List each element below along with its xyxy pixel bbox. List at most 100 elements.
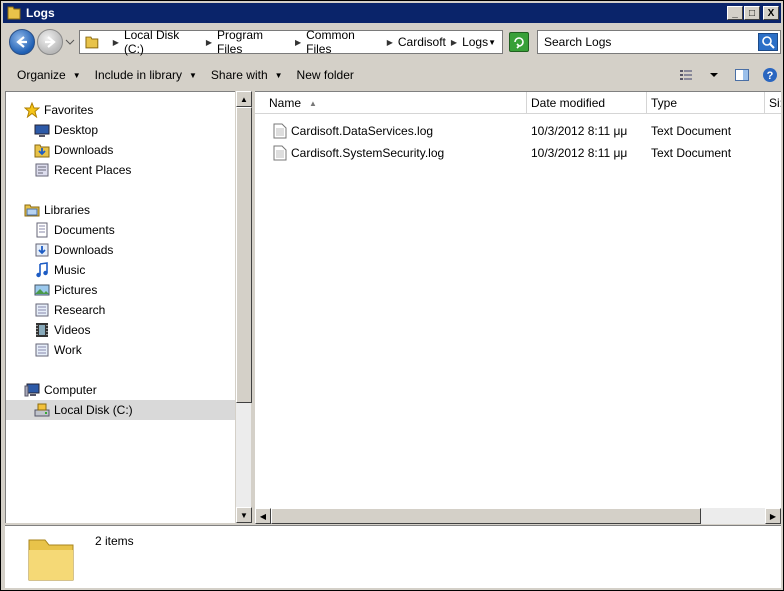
scroll-up-button[interactable]: ▲ — [236, 91, 252, 107]
breadcrumb-item[interactable]: Cardisoft — [398, 35, 446, 49]
nav-computer[interactable]: Computer — [6, 380, 235, 400]
column-name-label: Name — [269, 96, 302, 110]
refresh-button[interactable] — [509, 32, 529, 52]
nav-item-label: Work — [54, 343, 82, 357]
search-input[interactable] — [544, 32, 754, 52]
breadcrumb-item[interactable]: Program Files — [217, 28, 290, 56]
back-button[interactable] — [9, 29, 35, 55]
breadcrumb: ▶ Local Disk (C:) ▶ Program Files ▶ Comm… — [108, 28, 488, 56]
scroll-thumb[interactable] — [271, 508, 701, 524]
nav-item-pictures[interactable]: Pictures — [6, 280, 235, 300]
chevron-down-icon: ▼ — [274, 70, 283, 80]
nav-item-label: Desktop — [54, 123, 99, 137]
videos-icon — [36, 323, 48, 337]
nav-item-work[interactable]: Work — [6, 340, 235, 360]
include-in-library-menu[interactable]: Include in library ▼ — [88, 63, 204, 87]
scroll-down-button[interactable]: ▼ — [236, 507, 252, 523]
nav-item-label: Music — [54, 263, 86, 277]
nav-item-videos[interactable]: Videos — [6, 320, 235, 340]
nav-item-desktop[interactable]: Desktop — [6, 120, 235, 140]
table-row[interactable]: Cardisoft.SystemSecurity.log 10/3/2012 8… — [255, 142, 765, 164]
nav-favorites-label: Favorites — [44, 103, 94, 117]
window-title: Logs — [26, 6, 55, 20]
column-header-row: Name ▲ Date modified Type Si: — [255, 92, 781, 114]
nav-computer-label: Computer — [44, 383, 97, 397]
share-with-label: Share with — [210, 68, 268, 82]
organize-label: Organize — [17, 68, 66, 82]
folder-icon — [85, 36, 99, 49]
item-count: 2 items — [95, 534, 134, 548]
file-date: 10/3/2012 8:11 μμ — [531, 146, 628, 160]
nav-item-label: Videos — [54, 323, 91, 337]
column-type[interactable]: Type — [647, 92, 765, 114]
column-size[interactable]: Si: — [765, 92, 781, 114]
chevron-right-icon[interactable]: ▶ — [295, 38, 301, 47]
column-date-modified[interactable]: Date modified — [527, 92, 647, 114]
nav-libraries-label: Libraries — [44, 203, 91, 217]
downloads-icon — [34, 144, 50, 158]
command-bar: Organize ▼ Include in library ▼ Share wi… — [3, 61, 781, 89]
nav-item-research[interactable]: Research — [6, 300, 235, 320]
recent-places-icon — [35, 163, 49, 177]
breadcrumb-item[interactable]: Common Files — [306, 28, 382, 56]
nav-item-local-disk[interactable]: Local Disk (C:) — [6, 400, 235, 420]
organize-menu[interactable]: Organize ▼ — [10, 63, 88, 87]
column-date-label: Date modified — [531, 96, 606, 110]
include-in-library-label: Include in library — [94, 68, 182, 82]
chevron-down-icon — [710, 73, 718, 77]
breadcrumb-item[interactable]: Local Disk (C:) — [124, 28, 201, 56]
table-row[interactable]: Cardisoft.DataServices.log 10/3/2012 8:1… — [255, 120, 765, 142]
minimize-button[interactable]: _ — [727, 6, 743, 20]
column-type-label: Type — [651, 96, 678, 110]
chevron-right-icon[interactable]: ▶ — [113, 38, 119, 47]
help-button[interactable]: ? — [759, 64, 781, 86]
horizontal-scrollbar[interactable]: ◀ ▶ — [255, 508, 781, 524]
nav-item-label: Documents — [54, 223, 115, 237]
nav-item-documents[interactable]: Documents — [6, 220, 235, 240]
nav-item-label: Research — [54, 303, 106, 317]
sort-ascending-icon: ▲ — [309, 98, 317, 108]
recent-pages-dropdown[interactable] — [65, 37, 75, 47]
forward-button[interactable] — [37, 29, 63, 55]
breadcrumb-item[interactable]: Logs — [462, 35, 488, 49]
address-bar[interactable]: ▶ Local Disk (C:) ▶ Program Files ▶ Comm… — [79, 28, 503, 56]
nav-item-downloads[interactable]: Downloads — [6, 140, 235, 160]
search-box[interactable] — [537, 30, 781, 54]
nav-libraries[interactable]: Libraries — [6, 200, 235, 220]
nav-item-recent-places[interactable]: Recent Places — [6, 160, 235, 180]
scroll-left-button[interactable]: ◀ — [255, 508, 271, 524]
computer-icon — [24, 383, 40, 397]
chevron-right-icon[interactable]: ▶ — [387, 38, 393, 47]
chevron-right-icon[interactable]: ▶ — [206, 38, 212, 47]
nav-favorites[interactable]: Favorites — [6, 100, 235, 120]
arrow-right-icon — [45, 36, 56, 48]
new-folder-button[interactable]: New folder — [290, 63, 361, 87]
nav-item-music[interactable]: Music — [6, 260, 235, 280]
chevron-right-icon[interactable]: ▶ — [451, 38, 457, 47]
file-name: Cardisoft.DataServices.log — [291, 124, 434, 138]
pictures-icon — [34, 284, 50, 296]
column-name[interactable]: Name ▲ — [255, 92, 527, 114]
chevron-down-icon[interactable]: ▼ — [488, 38, 496, 47]
file-name: Cardisoft.SystemSecurity.log — [291, 146, 445, 160]
preview-pane-button[interactable] — [731, 64, 753, 86]
star-icon — [24, 102, 40, 118]
change-view-button[interactable] — [675, 64, 697, 86]
scroll-thumb[interactable] — [236, 107, 252, 403]
close-button[interactable]: X — [763, 6, 779, 20]
search-button[interactable] — [758, 33, 778, 51]
share-with-menu[interactable]: Share with ▼ — [204, 63, 290, 87]
scroll-right-button[interactable]: ▶ — [765, 508, 781, 524]
documents-icon — [36, 222, 48, 238]
title-bar[interactable]: Logs _ □ X — [3, 3, 781, 23]
new-folder-label: New folder — [296, 68, 354, 82]
navigation-pane: Favorites Desktop Downloads Recent Place… — [5, 91, 235, 523]
downloads-icon — [35, 243, 49, 257]
view-options-dropdown[interactable] — [703, 64, 725, 86]
maximize-button[interactable]: □ — [744, 6, 760, 20]
help-icon: ? — [763, 68, 777, 82]
desktop-icon — [34, 124, 50, 137]
nav-scrollbar[interactable]: ▲ ▼ — [235, 91, 252, 523]
arrow-left-icon — [16, 36, 27, 48]
nav-item-library-downloads[interactable]: Downloads — [6, 240, 235, 260]
